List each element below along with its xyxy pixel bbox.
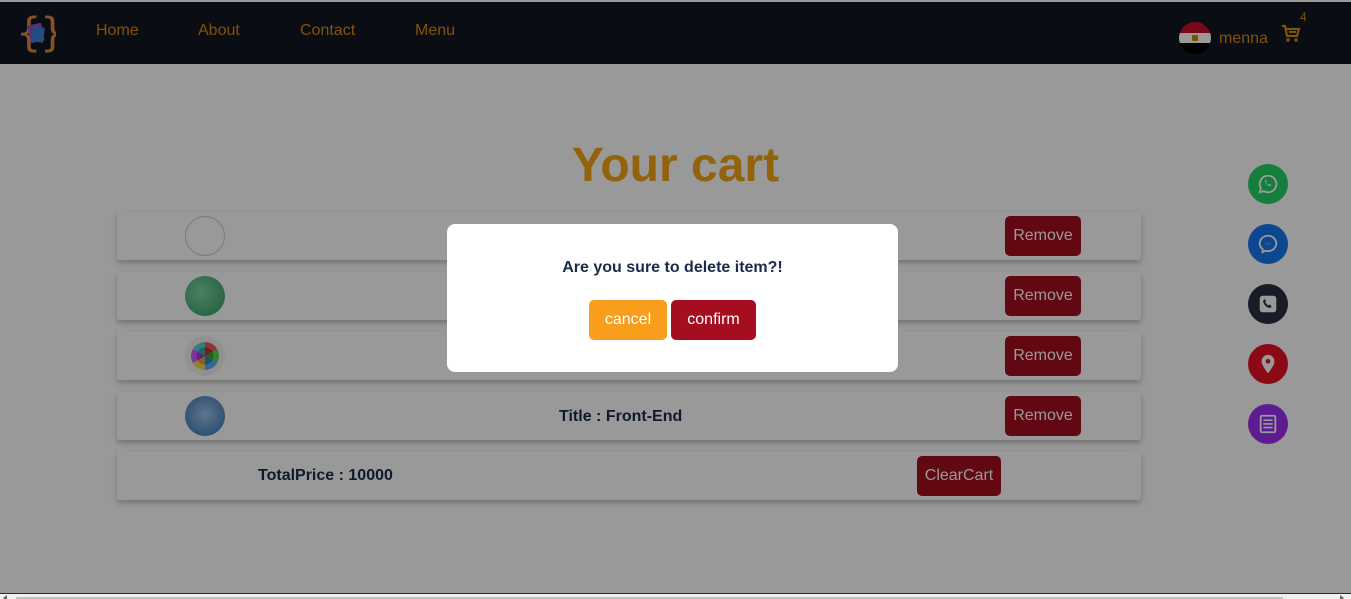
page: { } Home About Contact Menu menna 4 Your… xyxy=(0,0,1351,599)
horizontal-scrollbar[interactable] xyxy=(0,593,1351,599)
confirm-button[interactable]: confirm xyxy=(671,300,756,340)
cancel-button[interactable]: cancel xyxy=(589,300,667,340)
scroll-left-icon[interactable] xyxy=(3,595,7,599)
scroll-right-icon[interactable] xyxy=(1340,595,1344,599)
delete-confirm-dialog: Are you sure to delete item?! cancel con… xyxy=(447,224,898,372)
dialog-actions: cancel confirm xyxy=(589,300,769,340)
dialog-message: Are you sure to delete item?! xyxy=(562,259,783,276)
